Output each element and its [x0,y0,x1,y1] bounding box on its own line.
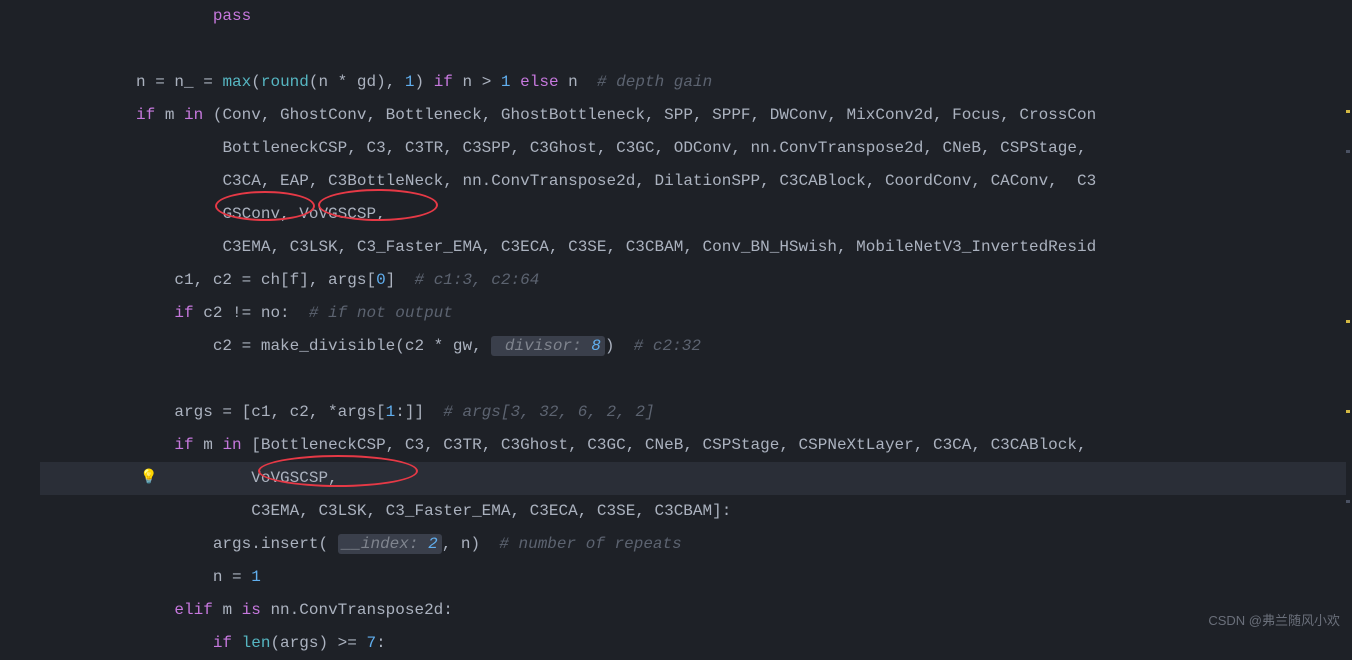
code-line: if m in [BottleneckCSP, C3, C3TR, C3Ghos… [40,429,1352,462]
watermark: CSDN @弗兰随风小欢 [1208,604,1340,637]
code-line-current: VoVGSCSP, [40,462,1352,495]
code-line: GSConv, VoVGSCSP, [40,198,1352,231]
code-line: C3CA, EAP, C3BottleNeck, nn.ConvTranspos… [40,165,1352,198]
code-line [40,363,1352,396]
keyword-pass: pass [213,7,251,25]
scrollbar-mark [1346,150,1350,153]
code-line: args = [c1, c2, *args[1:]] # args[3, 32,… [40,396,1352,429]
code-line: c1, c2 = ch[f], args[0] # c1:3, c2:64 [40,264,1352,297]
scrollbar-mark [1346,110,1350,113]
code-line: if len(args) >= 7: [40,627,1352,660]
code-line: if m in (Conv, GhostConv, Bottleneck, Gh… [40,99,1352,132]
param-hint-index: __index: 2 [338,534,442,554]
code-line: C3EMA, C3LSK, C3_Faster_EMA, C3ECA, C3SE… [40,495,1352,528]
highlighted-module-vovgscsp: VoVGSCSP, [251,469,337,487]
code-line [40,33,1352,66]
code-line: args.insert( __index: 2, n) # number of … [40,528,1352,561]
scrollbar-track[interactable] [1346,0,1352,643]
comment: # args[3, 32, 6, 2, 2] [443,403,654,421]
comment: # depth gain [597,73,712,91]
code-line: pass [40,0,1352,33]
comment: # number of repeats [499,535,681,553]
code-editor[interactable]: pass n = n_ = max(round(n * gd), 1) if n… [0,0,1352,660]
code-line: n = n_ = max(round(n * gd), 1) if n > 1 … [40,66,1352,99]
code-line: C3EMA, C3LSK, C3_Faster_EMA, C3ECA, C3SE… [40,231,1352,264]
scrollbar-mark [1346,410,1350,413]
lightbulb-icon[interactable]: 💡 [140,462,157,495]
code-line: elif m is nn.ConvTranspose2d: [40,594,1352,627]
comment: # if not output [309,304,453,322]
comment: # c1:3, c2:64 [414,271,539,289]
scrollbar-mark [1346,500,1350,503]
code-line: if c2 != no: # if not output [40,297,1352,330]
comment: # c2:32 [634,337,701,355]
code-line: BottleneckCSP, C3, C3TR, C3SPP, C3Ghost,… [40,132,1352,165]
param-hint-divisor: divisor: 8 [491,336,605,356]
code-line: c2 = make_divisible(c2 * gw, divisor: 8)… [40,330,1352,363]
scrollbar-mark [1346,320,1350,323]
code-line: n = 1 [40,561,1352,594]
highlighted-modules: GSConv, VoVGSCSP, [222,205,385,223]
